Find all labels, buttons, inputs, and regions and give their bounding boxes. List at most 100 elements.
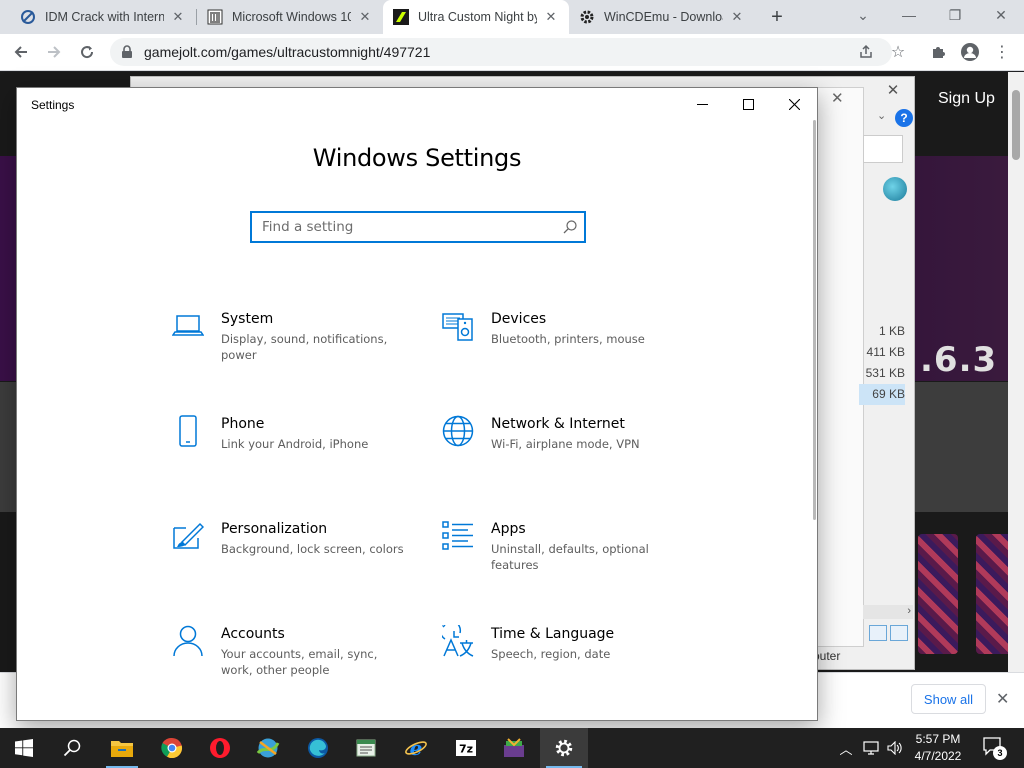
tab-close-icon[interactable]: ✕ — [543, 9, 559, 25]
devices-icon — [442, 313, 473, 341]
close-button[interactable] — [771, 88, 817, 120]
idm-icon — [256, 738, 280, 758]
reload-button[interactable] — [74, 39, 100, 65]
browser-toolbar: gamejolt.com/games/ultracustomnight/4977… — [0, 34, 1024, 71]
profile-avatar-icon[interactable] — [958, 40, 982, 64]
winrar-icon — [504, 738, 524, 757]
maximize-button[interactable] — [725, 88, 771, 120]
settings-tile-phone[interactable]: Phone Link your Android, iPhone — [172, 415, 422, 485]
settings-tile-apps[interactable]: Apps Uninstall, defaults, optional featu… — [442, 520, 692, 590]
page-scrollbar[interactable] — [1008, 72, 1024, 672]
settings-tile-system[interactable]: System Display, sound, notifications, po… — [172, 310, 422, 380]
tile-title: Network & Internet — [491, 416, 625, 432]
tile-description: Wi-Fi, airplane mode, VPN — [491, 437, 640, 451]
extensions-puzzle-icon[interactable] — [926, 40, 950, 64]
opera-button[interactable] — [196, 728, 244, 768]
sign-up-link[interactable]: Sign Up — [938, 90, 995, 108]
opera-icon — [210, 738, 230, 758]
settings-scrollbar[interactable] — [813, 120, 816, 520]
view-toggle — [869, 625, 908, 641]
clock-date: 4/7/2022 — [914, 749, 962, 763]
svg-text:e: e — [410, 737, 423, 759]
url-text: gamejolt.com/games/ultracustomnight/4977… — [144, 44, 431, 60]
close-browser-icon[interactable]: ✕ — [978, 0, 1024, 30]
tab-close-icon[interactable]: ✕ — [357, 9, 373, 25]
bookmark-star-icon[interactable]: ☆ — [886, 40, 910, 64]
close-shelf-icon[interactable]: ✕ — [996, 689, 1009, 709]
winrar-button[interactable] — [490, 728, 538, 768]
scroll-right-icon[interactable]: › — [907, 605, 911, 617]
tab-microsoft-windows[interactable]: Microsoft Windows 10 ✕ — [197, 0, 383, 34]
settings-tile-time-language[interactable]: Time & Language Speech, region, date — [442, 625, 692, 695]
tile-title: Personalization — [221, 521, 328, 537]
tile-description: Your accounts, email, sync, work, other … — [221, 647, 378, 677]
address-bar[interactable]: gamejolt.com/games/ultracustomnight/4977… — [110, 38, 892, 66]
close-icon[interactable]: ✕ — [883, 81, 903, 99]
file-size: 411 KB — [866, 345, 905, 359]
start-button[interactable] — [0, 728, 48, 768]
gear-favicon — [579, 9, 595, 25]
time-language-icon — [442, 625, 474, 657]
7zip-button[interactable]: 7z — [442, 728, 490, 768]
edge-button[interactable] — [294, 728, 342, 768]
maximize-icon — [742, 98, 754, 110]
banner-version-text: .6.3 — [920, 340, 998, 380]
tab-ultra-custom-night[interactable]: Ultra Custom Night by ✕ — [383, 0, 569, 34]
settings-taskbar-button[interactable] — [540, 728, 588, 768]
close-icon — [788, 98, 800, 110]
large-icons-view-icon[interactable] — [890, 625, 908, 641]
idm-button[interactable] — [244, 728, 292, 768]
search-input[interactable] — [262, 219, 552, 235]
chrome-button[interactable] — [148, 728, 196, 768]
new-tab-button[interactable]: + — [766, 6, 788, 28]
globe-app-icon — [883, 177, 907, 201]
page-scrollbar-thumb[interactable] — [1012, 90, 1020, 160]
internet-explorer-button[interactable]: e — [392, 728, 440, 768]
back-button[interactable] — [8, 39, 34, 65]
help-button[interactable]: ? — [895, 109, 913, 127]
details-view-icon[interactable] — [869, 625, 887, 641]
tab-search-chevron-icon[interactable]: ⌄ — [840, 0, 886, 30]
folder-icon — [111, 741, 133, 757]
share-icon[interactable] — [854, 40, 878, 64]
settings-tile-personalization[interactable]: Personalization Background, lock screen,… — [172, 520, 422, 590]
clock-time: 5:57 PM — [915, 732, 961, 746]
game-thumbnail[interactable] — [918, 534, 958, 654]
tab-close-icon[interactable]: ✕ — [729, 9, 745, 25]
window-title: Settings — [31, 98, 75, 112]
restore-browser-icon[interactable]: ❐ — [932, 0, 978, 30]
tab-wincdemu[interactable]: WinCDEmu - Downloa ✕ — [569, 0, 755, 34]
system-clock[interactable]: 5:57 PM 4/7/2022 — [908, 731, 968, 765]
file-size: 69 KB — [859, 384, 905, 405]
action-center-button[interactable]: 3 — [982, 736, 1007, 760]
tile-description: Background, lock screen, colors — [221, 542, 404, 556]
settings-search-box[interactable] — [250, 211, 586, 243]
tile-description: Speech, region, date — [491, 647, 611, 661]
person-icon — [173, 625, 203, 657]
show-hidden-icons-chevron-icon[interactable]: ︿ — [836, 728, 856, 768]
horizontal-scrollbar[interactable]: › — [863, 605, 913, 619]
file-explorer-button[interactable] — [98, 728, 146, 768]
settings-tile-devices[interactable]: Devices Bluetooth, printers, mouse — [442, 310, 692, 380]
chevron-down-icon[interactable]: ⌄ — [877, 109, 886, 122]
settings-titlebar[interactable]: Settings — [17, 88, 817, 120]
notepad-button[interactable] — [342, 728, 390, 768]
minimize-browser-icon[interactable]: — — [886, 0, 932, 30]
close-icon[interactable]: ✕ — [831, 89, 844, 107]
network-icon[interactable] — [860, 728, 882, 768]
7zip-icon: 7z — [456, 740, 476, 756]
chrome-menu-icon[interactable]: ⋮ — [990, 40, 1014, 64]
forward-button[interactable] — [41, 39, 67, 65]
settings-tile-accounts[interactable]: Accounts Your accounts, email, sync, wor… — [172, 625, 422, 695]
search-icon — [563, 220, 577, 234]
search-field[interactable] — [863, 135, 903, 163]
taskbar-search-button[interactable] — [48, 728, 96, 768]
show-all-button[interactable]: Show all — [911, 684, 986, 714]
phone-icon — [179, 415, 197, 447]
volume-icon[interactable] — [884, 728, 906, 768]
internet-explorer-icon: e — [405, 737, 427, 759]
minimize-button[interactable] — [679, 88, 725, 120]
settings-tile-network[interactable]: Network & Internet Wi-Fi, airplane mode,… — [442, 415, 692, 485]
tab-close-icon[interactable]: ✕ — [170, 9, 186, 25]
tab-idm-crack[interactable]: IDM Crack with Interne ✕ — [10, 0, 196, 34]
